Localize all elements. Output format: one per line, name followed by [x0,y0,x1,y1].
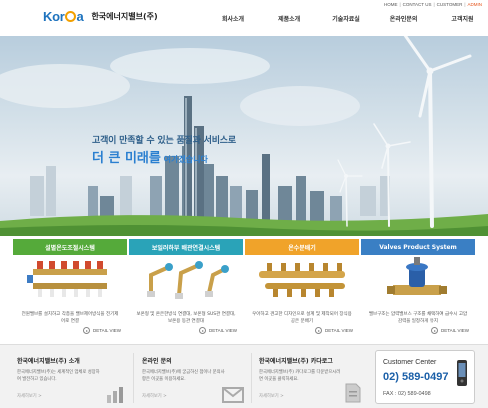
home-link[interactable]: HOME [384,2,398,7]
product-desc: 밸브구조는 압력밸브스 구조를 채택하여 급수시 고압감력을 일정하게 유지 [368,312,468,324]
more-link[interactable]: 자세히보기 > [259,393,284,399]
nav-products[interactable]: 제품소개 [278,14,300,23]
hero-banner: 고객이 만족할 수 있는 품질과 서비스로 더 큰 미래를 여가겠습니다 [0,36,488,236]
arrow-circle-icon [430,327,438,334]
document-icon [345,383,361,403]
product-desc: 보온형 및 온은한방식 연결대, 보온형 SUS관 연결대, 보온용 동관 연결… [136,312,236,324]
catalog-box[interactable]: 한국에너지밸브(주) 카다로그 한국에너지밸브(주) 카다로그를 다운받으시려면… [255,345,365,408]
info-title: 온라인 문의 [142,358,172,365]
customer-link[interactable]: CUSTOMER [437,2,463,7]
contact-link[interactable]: CONTACT US [403,2,432,7]
product-desc: 전원밸브를 설치하고 각층을 밸브제어방식을 전기제어로 연결 [21,312,119,324]
info-title: 한국에너지밸브(주) 소개 [17,358,80,365]
nav-support[interactable]: 고객지원 [451,14,473,23]
customer-center-fax: FAX : 02) 589-0498 [383,391,431,397]
product-card-boiler-pipe[interactable]: 보일러하부 배관연결시스템 보온형 및 온은한방식 연결대, 보온형 SUS관 … [129,239,243,342]
bar-graph-icon [107,387,123,403]
hero-illustration [0,36,488,236]
nav-inquiry[interactable]: 온라인문의 [390,14,418,23]
info-desc: 한국에너지밸브(주) 카다로그를 다운받으시려면 이곳을 클릭하세요. [259,370,341,382]
distributor-image [259,263,345,297]
envelope-icon [222,387,244,403]
company-intro-box[interactable]: 한국에너지밸브(주) 소개 한국에너지밸브(주)는 세계적인 업체로 성장하여 … [13,345,131,408]
company-name: 한국에너지밸브(주) [91,12,158,21]
header: Kor a 한국에너지밸브(주) HOME | CONTACT US | CUSTOMER… [0,0,488,36]
arrow-circle-icon [198,327,206,334]
customer-center-box: Customer Center 02) 589-0497 FAX : 02) 5… [375,350,475,404]
nav-company[interactable]: 회사소개 [222,14,244,23]
info-desc: 한국에너지밸브(주)에 궁금하신 점이나 문의사항은 이곳을 이용하세요. [142,370,225,382]
nav-tech[interactable]: 기술자료실 [332,14,360,23]
product-title[interactable]: 보일러하부 배관연결시스템 [129,239,243,255]
customer-center-tel[interactable]: 02) 589-0497 [383,371,448,383]
detail-view-link[interactable]: DETAIL VIEW [314,327,353,334]
product-card-valves[interactable]: Valves Product System 밸브구조는 압력밸브스 구조를 채택… [361,239,475,342]
online-inquiry-box[interactable]: 온라인 문의 한국에너지밸브(주)에 궁금하신 점이나 문의사항은 이곳을 이용… [138,345,248,408]
customer-center-label: Customer Center [383,359,437,366]
info-desc: 한국에너지밸브(주)는 세계적인 업체로 성장하여 발전하고 있습니다. [17,370,100,382]
admin-link[interactable]: ADMIN [468,2,483,7]
slogan-line1: 고객이 만족할 수 있는 품질과 서비스로 [92,136,236,146]
more-link[interactable]: 자세히보기 > [17,393,42,399]
product-card-distributor[interactable]: 온수분배기 우아하고 견고한 디자인으로 설계 및 제작되어 장식용 공은 분배… [245,239,359,342]
product-section: 설별온도조절시스템 전원밸브를 설치하고 각층을 밸브제어방식을 전기제어로 연… [13,239,475,342]
slogan-small: 여가겠습니다 [160,155,208,164]
detail-view-link[interactable]: DETAIL VIEW [430,327,469,334]
manifold-image [27,261,107,297]
slogan-line2: 더 큰 미래를 여가겠습니다 [92,147,208,166]
product-title[interactable]: 온수분배기 [245,239,359,255]
logo[interactable]: Kor a 한국에너지밸브(주) [43,9,158,24]
pressure-valve-image [387,257,447,295]
arrow-circle-icon [314,327,322,334]
footer-info: 한국에너지밸브(주) 소개 한국에너지밸브(주)는 세계적인 업체로 성장하여 … [0,344,488,408]
product-title[interactable]: Valves Product System [361,239,475,255]
detail-view-link[interactable]: DETAIL VIEW [82,327,121,334]
more-link[interactable]: 자세히보기 > [142,393,167,399]
mobile-phone-icon [457,360,467,386]
product-desc: 우아하고 견고한 디자인으로 설계 및 제작되어 장식용 공은 분배기 [252,312,352,324]
logo-mark: Kor a [43,9,84,24]
detail-view-link[interactable]: DETAIL VIEW [198,327,237,334]
arrow-circle-icon [82,327,90,334]
hero-slogan: 고객이 만족할 수 있는 품질과 서비스로 더 큰 미래를 여가겠습니다 [92,133,236,166]
slogan-big: 더 큰 미래를 [92,151,161,166]
info-title: 한국에너지밸브(주) 카다로그 [259,358,333,365]
product-card-thermostat[interactable]: 설별온도조절시스템 전원밸브를 설치하고 각층을 밸브제어방식을 전기제어로 연… [13,239,127,342]
main-nav: 회사소개 제품소개 기술자료실 온라인문의 고객지원 [222,14,474,23]
product-title[interactable]: 설별온도조절시스템 [13,239,127,255]
pipe-fitting-image [147,261,229,299]
divider [133,353,134,403]
divider [251,353,252,403]
utility-links: HOME | CONTACT US | CUSTOMER | ADMIN [383,2,483,7]
